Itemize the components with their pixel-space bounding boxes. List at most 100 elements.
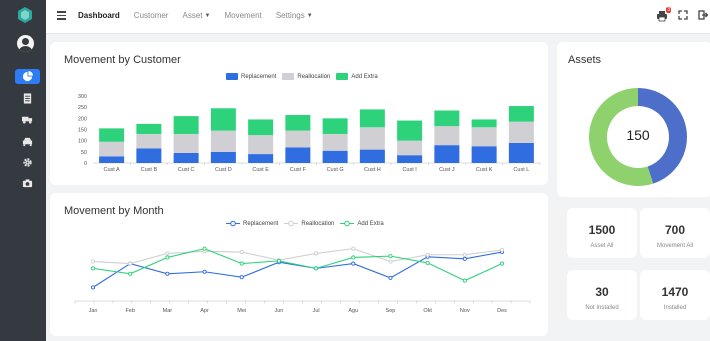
- stat-label: Asset All: [590, 243, 614, 249]
- bar-segment: [210, 130, 236, 152]
- bar-segment: [397, 155, 423, 163]
- data-point: [90, 266, 96, 271]
- x-tick-label: Cust L: [513, 167, 529, 173]
- data-point: [351, 255, 356, 260]
- menu-label: Settings: [275, 11, 305, 20]
- bar-segment: [434, 110, 460, 127]
- x-tick-label: Mei: [237, 308, 246, 314]
- y-tick-label: 200: [78, 116, 87, 122]
- y-tick-label: 300: [78, 94, 87, 100]
- stat-label: Not Installed: [585, 305, 619, 311]
- camera-icon: [22, 178, 32, 187]
- bar-segment: [173, 152, 199, 163]
- sidebar-item-documents[interactable]: [15, 90, 39, 106]
- data-point: [202, 269, 207, 274]
- x-tick-label: Cust C: [178, 167, 195, 173]
- movement-by-customer-chart: 0 50 100 150 200 250 300 Cust A Cust B Cust C Cust…: [78, 94, 541, 173]
- assets-donut-chart: [589, 88, 687, 187]
- bar-segment: [99, 156, 125, 163]
- bar-segment: [471, 146, 497, 163]
- bar-segment: [508, 121, 534, 143]
- sidebar-item-camera[interactable]: [15, 175, 39, 191]
- series-line: [92, 248, 503, 265]
- menu-dashboard[interactable]: Dashboard: [78, 11, 120, 20]
- x-tick-label: Okt: [423, 308, 432, 314]
- sidebar-item-dashboard[interactable]: [15, 69, 40, 84]
- stat-movement-all[interactable]: 700 Movement All: [640, 208, 710, 258]
- bar-segment: [210, 108, 236, 131]
- sidebar-item-delivery[interactable]: [15, 111, 39, 127]
- user-avatar-icon[interactable]: [17, 35, 34, 52]
- hamburger-menu-icon[interactable]: [57, 11, 66, 20]
- stat-installed[interactable]: 1470 Installed: [640, 270, 710, 320]
- x-tick-label: Agu: [348, 308, 358, 314]
- data-point: [239, 249, 244, 255]
- sidebar-item-vehicles[interactable]: [15, 133, 39, 149]
- x-tick-label: Jan: [89, 308, 98, 314]
- data-point: [239, 275, 244, 280]
- data-point: [462, 256, 467, 261]
- data-point: [314, 266, 319, 271]
- menu-label: Dashboard: [78, 11, 120, 20]
- fullscreen-icon[interactable]: [678, 10, 688, 20]
- data-point: [425, 260, 430, 265]
- data-point: [90, 285, 96, 290]
- bar-segment: [210, 151, 236, 163]
- data-point: [202, 246, 207, 251]
- bar-segment: [508, 142, 534, 163]
- menu-label: Movement: [224, 11, 262, 20]
- movement-by-customer-card: Movement by Customer Replacement Realloc…: [50, 42, 548, 185]
- bar-segment: [359, 109, 385, 128]
- x-tick-label: Cust E: [252, 167, 269, 173]
- menu-movement[interactable]: Movement: [224, 11, 261, 20]
- x-tick-label: Mar: [163, 308, 173, 314]
- bar-segment: [99, 141, 125, 157]
- top-menu: Dashboard Customer Asset ▼ Movement Setti…: [78, 11, 313, 20]
- bar-segment: [99, 128, 125, 142]
- data-point: [425, 252, 430, 257]
- stat-not-installed[interactable]: 30 Not Installed: [567, 270, 637, 320]
- x-tick-label: Cust H: [364, 167, 381, 173]
- y-tick-label: 0: [84, 161, 87, 167]
- x-tick-label: Cust F: [290, 167, 307, 173]
- menu-customer[interactable]: Customer: [134, 11, 169, 20]
- bar-segment: [173, 116, 199, 134]
- series-line: [92, 248, 503, 282]
- x-tick-label: Nov: [460, 308, 470, 314]
- bar-segment: [173, 133, 199, 153]
- x-tick-label: Jun: [274, 308, 283, 314]
- data-point: [499, 247, 505, 253]
- x-tick-label: Apr: [200, 308, 209, 314]
- sidebar-item-settings[interactable]: [15, 154, 39, 170]
- bar-segment: [136, 148, 162, 163]
- bar-segment: [471, 127, 497, 147]
- movement-by-month-card: Movement by Month Replacement Reallocati…: [50, 193, 548, 336]
- menu-asset[interactable]: Asset ▼: [182, 11, 210, 20]
- bar-segment: [471, 119, 497, 128]
- data-point: [90, 259, 96, 264]
- bar-segment: [322, 118, 348, 134]
- data-point: [128, 261, 133, 266]
- app-logo-icon[interactable]: [16, 6, 34, 24]
- x-tick-label: Feb: [125, 308, 134, 314]
- logout-icon[interactable]: [698, 10, 708, 20]
- data-point: [388, 275, 393, 280]
- top-icons: 3: [656, 7, 708, 22]
- stat-value: 30: [595, 285, 609, 299]
- y-tick-label: 100: [78, 139, 87, 145]
- data-point: [499, 261, 505, 266]
- stat-asset-all[interactable]: 1500 Asset All: [567, 208, 637, 258]
- data-point: [388, 259, 393, 264]
- bar-segment: [136, 123, 162, 134]
- bar-segment: [322, 133, 348, 151]
- bar-segment: [508, 106, 534, 122]
- bar-segment: [397, 120, 423, 141]
- x-tick-label: Cust K: [476, 167, 493, 173]
- data-point: [314, 251, 319, 256]
- menu-settings[interactable]: Settings ▼: [276, 11, 313, 20]
- car-icon: [22, 137, 32, 146]
- notification-button[interactable]: 3: [656, 7, 671, 22]
- y-tick-label: 50: [81, 150, 87, 156]
- y-tick-label: 250: [78, 105, 87, 111]
- stat-value: 700: [664, 223, 686, 237]
